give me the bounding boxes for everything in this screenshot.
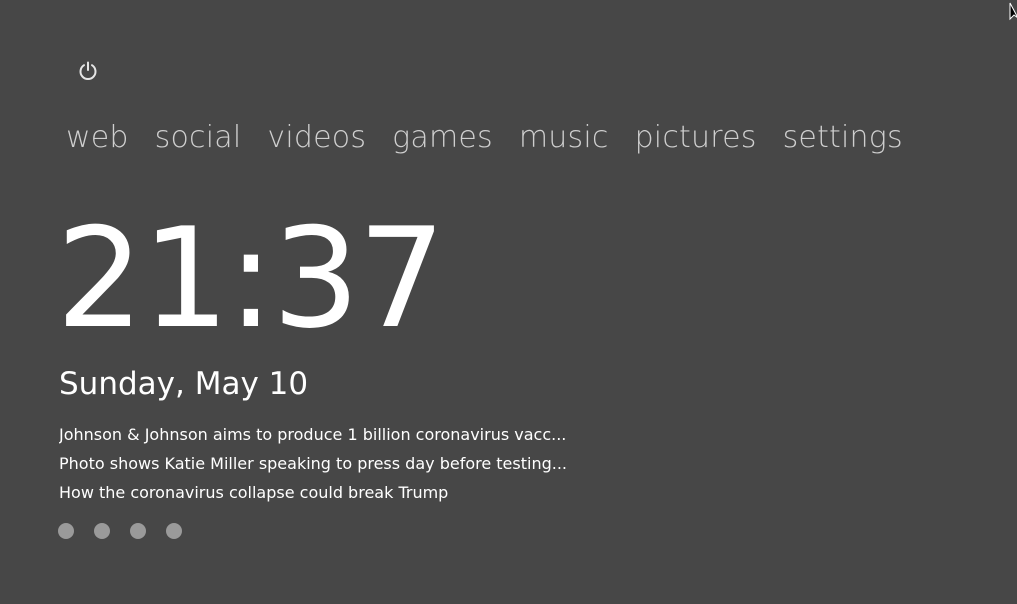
page-dot-1[interactable] xyxy=(58,523,74,539)
clock-time: 21:37 xyxy=(56,198,446,359)
home-screen: web social videos games music pictures s… xyxy=(0,0,1017,604)
nav-item-social[interactable]: social xyxy=(155,118,242,158)
nav-item-web[interactable]: web xyxy=(66,118,129,158)
news-headline[interactable]: Johnson & Johnson aims to produce 1 bill… xyxy=(59,420,579,449)
clock-date: Sunday, May 10 xyxy=(59,366,309,402)
nav-item-pictures[interactable]: pictures xyxy=(635,118,757,158)
page-dot-4[interactable] xyxy=(166,523,182,539)
nav-item-videos[interactable]: videos xyxy=(267,118,366,158)
power-icon xyxy=(79,61,97,80)
nav-item-settings[interactable]: settings xyxy=(783,118,903,158)
nav-item-music[interactable]: music xyxy=(519,118,609,158)
mouse-cursor-icon xyxy=(1009,2,1017,21)
page-indicator xyxy=(58,523,202,539)
page-dot-3[interactable] xyxy=(130,523,146,539)
news-headlines: Johnson & Johnson aims to produce 1 bill… xyxy=(59,420,579,507)
news-headline[interactable]: Photo shows Katie Miller speaking to pre… xyxy=(59,449,579,478)
main-nav: web social videos games music pictures s… xyxy=(66,118,929,158)
nav-item-games[interactable]: games xyxy=(392,118,493,158)
power-button[interactable] xyxy=(74,57,102,85)
page-dot-2[interactable] xyxy=(94,523,110,539)
news-headline[interactable]: How the coronavirus collapse could break… xyxy=(59,478,579,507)
